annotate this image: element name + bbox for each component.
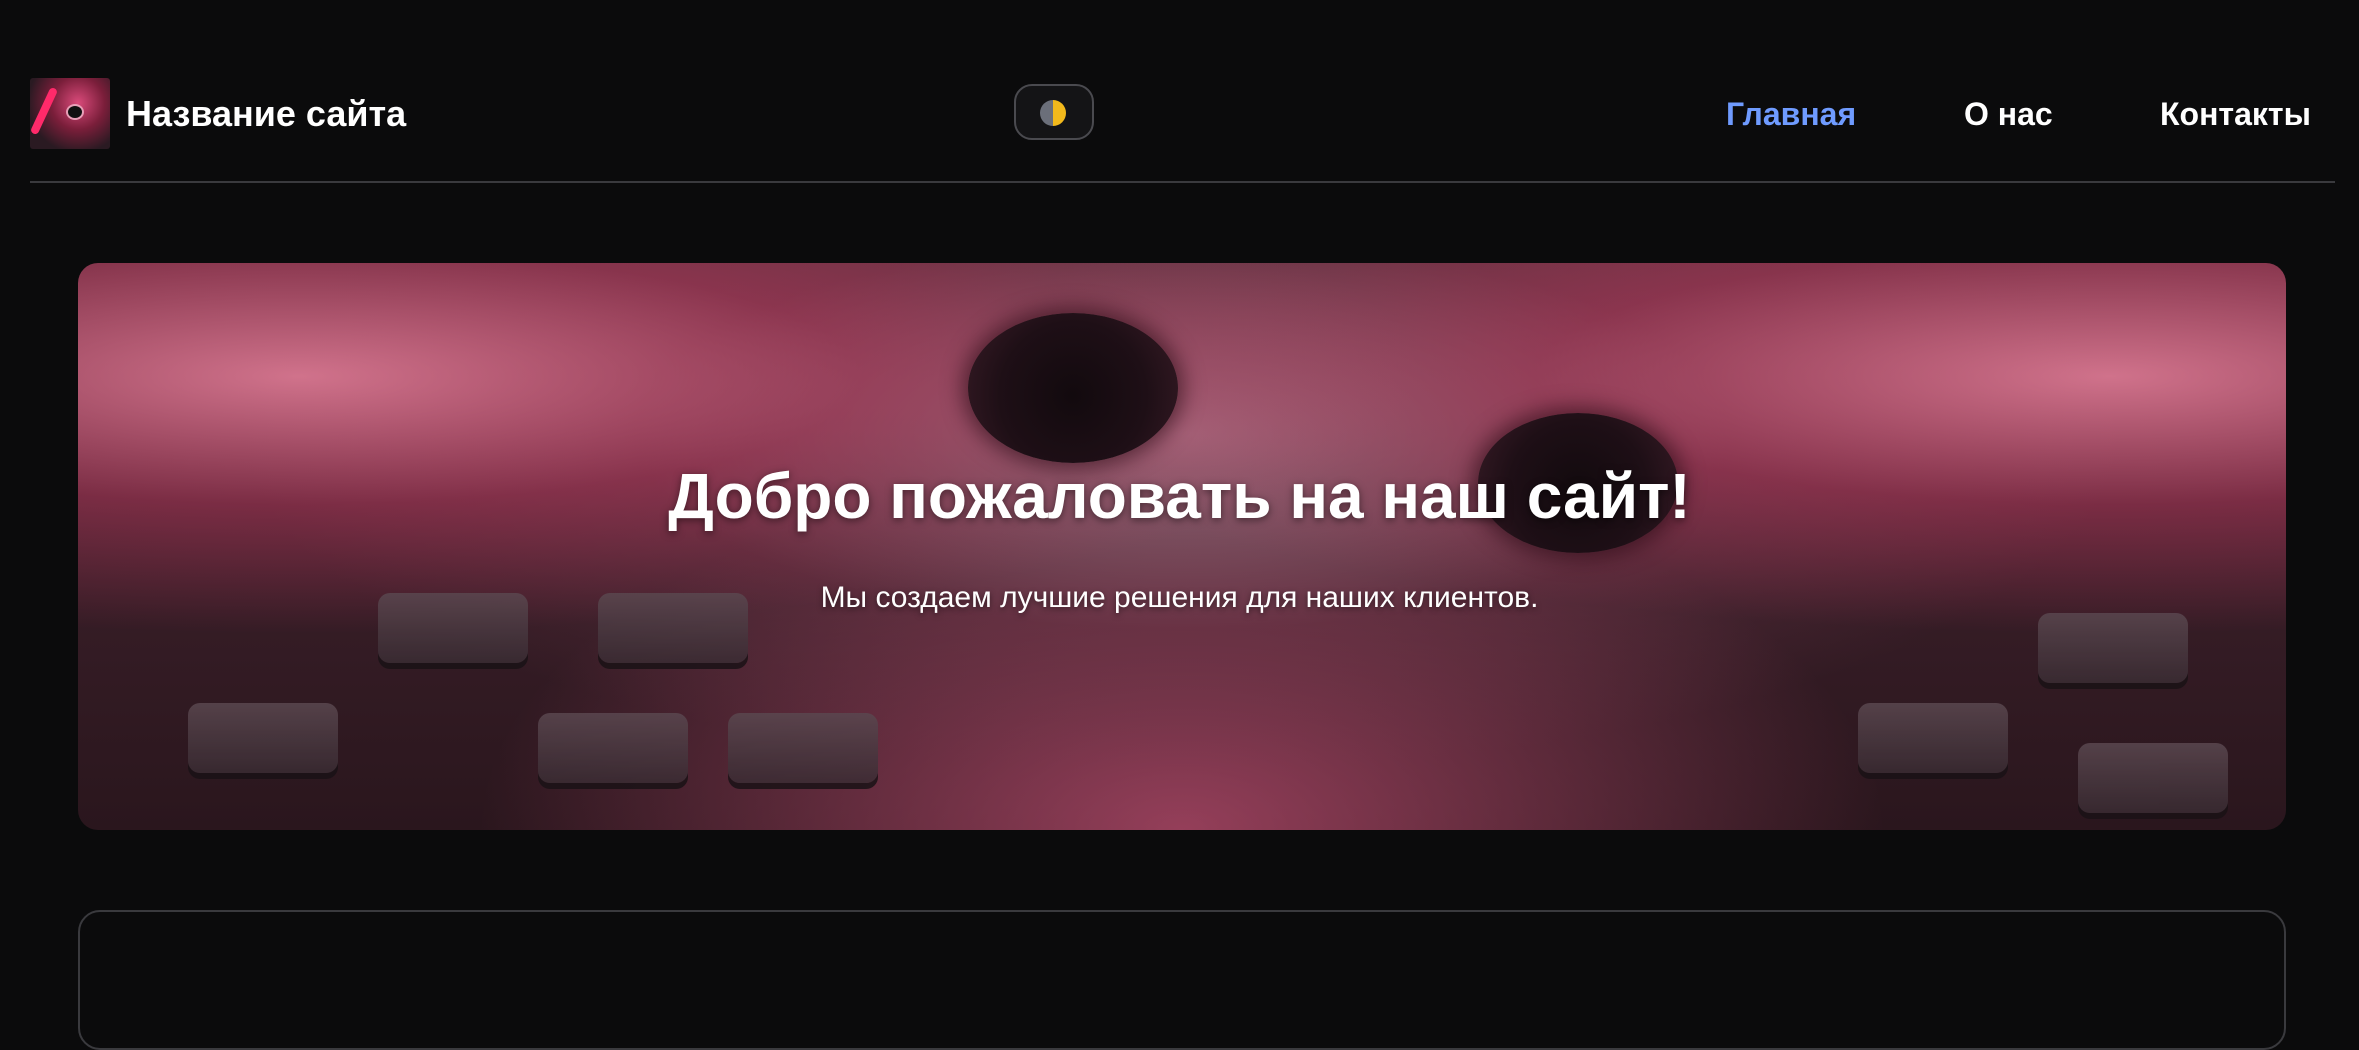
nav-link-about[interactable]: О нас — [1964, 92, 2053, 136]
content-card — [78, 910, 2286, 1050]
hero-image-key — [1858, 703, 2008, 773]
theme-toggle-button[interactable] — [1014, 84, 1094, 140]
hero-image-key — [2038, 613, 2188, 683]
cat-logo-icon[interactable] — [30, 78, 110, 149]
half-moon-icon — [1040, 100, 1066, 126]
hero-banner — [78, 263, 2286, 830]
hero-image-key — [2078, 743, 2228, 813]
hero-image-key — [188, 703, 338, 773]
nav-link-home[interactable]: Главная — [1726, 92, 1856, 136]
hero-subtitle: Мы создаем лучшие решения для наших клие… — [820, 581, 1539, 614]
logo-streak — [30, 86, 59, 136]
hero-title: Добро пожаловать на наш сайт! — [668, 460, 1691, 532]
hero-image-key — [728, 713, 878, 783]
logo-eye — [68, 106, 82, 118]
nav-link-contacts[interactable]: Контакты — [2160, 92, 2311, 136]
site-header: Название сайта Главная О нас Контакты — [30, 0, 2335, 183]
site-title[interactable]: Название сайта — [126, 92, 406, 136]
hero-image-eye-left — [968, 313, 1178, 463]
hero-image-key — [538, 713, 688, 783]
